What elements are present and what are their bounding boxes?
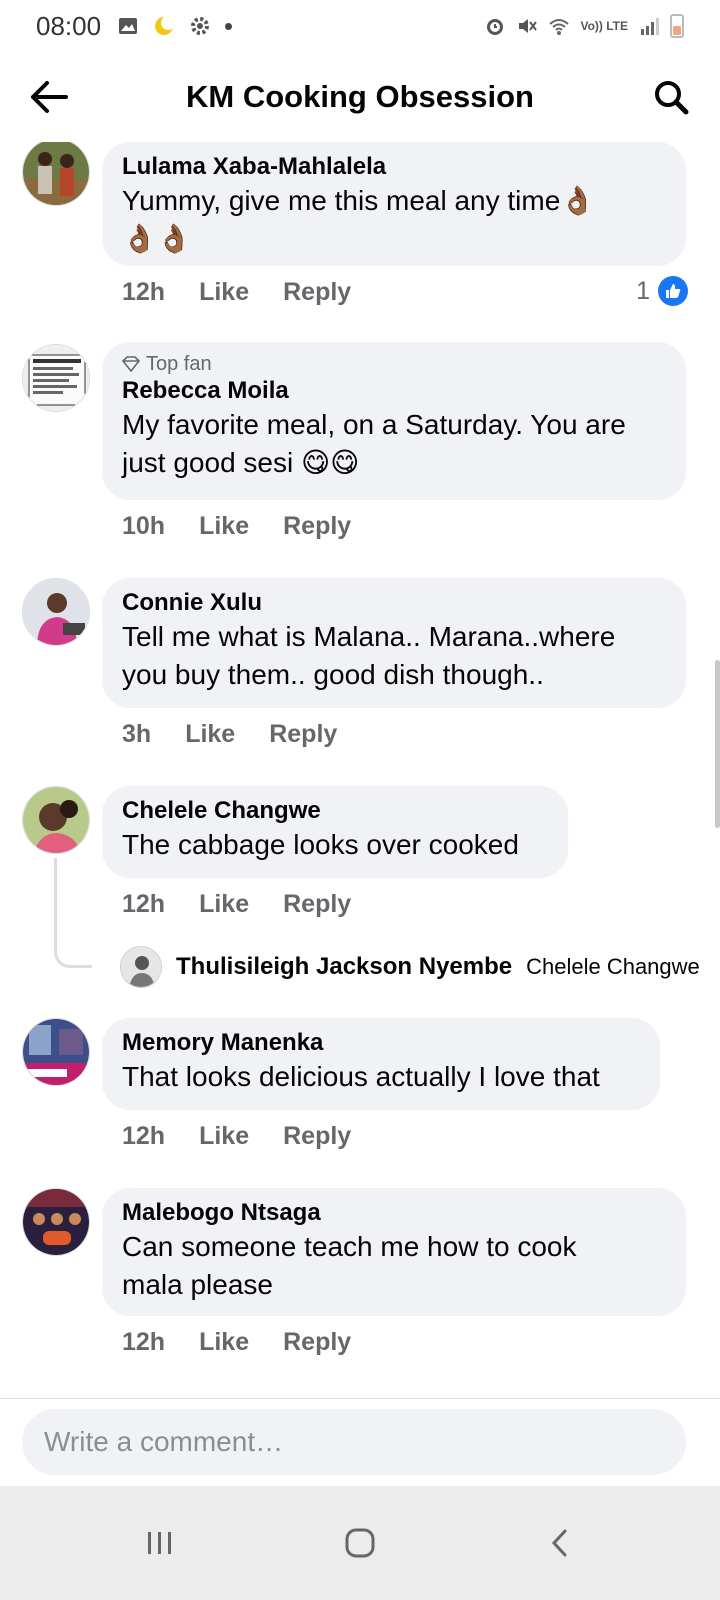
notification-dot-icon: [225, 22, 233, 30]
reply-snippet: Chelele Changwe: [526, 954, 700, 979]
like-count: 1: [636, 276, 650, 305]
moon-icon: [155, 16, 176, 35]
top-fan-badge: Top fan: [122, 352, 666, 376]
avatar[interactable]: [22, 142, 90, 206]
mute-icon: [519, 19, 538, 33]
reply-avatar: [120, 946, 162, 988]
like-button[interactable]: Like: [199, 1328, 249, 1357]
comment-input[interactable]: [44, 1426, 686, 1458]
comment-actions: 12h Like Reply: [122, 890, 351, 919]
gallery-icon: [119, 18, 138, 34]
back-nav-icon: [551, 1529, 567, 1557]
home-button[interactable]: [330, 1513, 390, 1573]
comment-text-cont: just good sesi 😋😋: [122, 447, 360, 478]
comment-actions: 12h Like Reply: [122, 278, 351, 307]
comment-text: Can someone teach me how to cook: [122, 1231, 577, 1262]
comment-author[interactable]: Connie Xulu: [122, 588, 666, 618]
reply-preview[interactable]: Thulisileigh Jackson Nyembe Chelele Chan…: [120, 946, 700, 988]
comment-time: 12h: [122, 1122, 166, 1150]
comment-text: Yummy, give me this meal any time👌🏾: [122, 185, 596, 216]
comment-text-cont: you buy them.. good dish though..: [122, 659, 544, 690]
comment-text: The cabbage looks over cooked: [122, 829, 519, 860]
comment-bubble[interactable]: Memory Manenka That looks delicious actu…: [102, 1018, 660, 1110]
comment-composer[interactable]: [22, 1409, 686, 1475]
top-fan-label: Top fan: [146, 353, 212, 375]
comment-text: My favorite meal, on a Saturday. You are: [122, 409, 626, 440]
status-time: 08:00: [36, 10, 102, 41]
reply-button[interactable]: Reply: [283, 890, 351, 919]
reply-thread-line: [54, 858, 92, 968]
avatar[interactable]: [22, 1018, 90, 1086]
like-button[interactable]: Like: [199, 278, 249, 307]
avatar[interactable]: [22, 1188, 90, 1256]
comment-author[interactable]: Chelele Changwe: [122, 796, 548, 826]
reaction-count[interactable]: 1: [636, 276, 688, 306]
status-bar: 08:00 Vo)) LTE: [0, 0, 720, 52]
comment-bubble[interactable]: Top fan Rebecca Moila My favorite meal, …: [102, 342, 686, 500]
reply-author: Thulisileigh Jackson Nyembe: [176, 953, 513, 980]
comment-time: 3h: [122, 720, 152, 748]
comment-time: 10h: [122, 512, 166, 540]
comment-text: That looks delicious actually I love tha…: [122, 1061, 600, 1092]
comment-author[interactable]: Rebecca Moila: [122, 376, 666, 406]
reply-button[interactable]: Reply: [283, 1328, 351, 1357]
recent-apps-icon: [148, 1532, 171, 1554]
avatar[interactable]: [22, 578, 90, 646]
back-button[interactable]: [28, 76, 70, 118]
comment-author[interactable]: Memory Manenka: [122, 1028, 640, 1058]
wifi-icon: [549, 19, 570, 35]
avatar[interactable]: [22, 786, 90, 854]
comment-list[interactable]: Lulama Xaba-Mahlalela Yummy, give me thi…: [0, 142, 720, 1398]
comment-actions: 12h Like Reply: [122, 1122, 351, 1151]
network-type-label: Vo)) LTE: [580, 18, 628, 33]
like-button[interactable]: Like: [199, 890, 249, 919]
comment-text-cont: mala please: [122, 1269, 273, 1300]
comment-author[interactable]: Malebogo Ntsaga: [122, 1198, 666, 1228]
back-nav-button[interactable]: [530, 1513, 590, 1573]
comment-bubble[interactable]: Connie Xulu Tell me what is Malana.. Mar…: [102, 578, 686, 708]
comment-time: 12h: [122, 1328, 166, 1356]
comment-time: 12h: [122, 890, 166, 918]
comment-actions: 3h Like Reply: [122, 720, 337, 749]
comment-bubble[interactable]: Chelele Changwe The cabbage looks over c…: [102, 786, 568, 878]
comment-actions: 10h Like Reply: [122, 512, 351, 541]
diamond-icon: [122, 356, 140, 372]
comment-author[interactable]: Lulama Xaba-Mahlalela: [122, 152, 666, 182]
reply-button[interactable]: Reply: [283, 1122, 351, 1151]
page-header: KM Cooking Obsession: [0, 52, 720, 142]
comment-bubble[interactable]: Lulama Xaba-Mahlalela Yummy, give me thi…: [102, 142, 686, 266]
settings-icon: [191, 17, 210, 35]
search-button[interactable]: [650, 76, 692, 118]
scrollbar-thumb[interactable]: [715, 660, 720, 828]
comment-composer-bar: [0, 1398, 720, 1486]
battery-icon: [670, 14, 684, 38]
page-title: KM Cooking Obsession: [186, 79, 534, 114]
comment-text: Tell me what is Malana.. Marana..where: [122, 621, 616, 652]
search-icon: [655, 81, 689, 115]
reply-button[interactable]: Reply: [283, 512, 351, 541]
alarm-icon: [487, 19, 504, 35]
like-button[interactable]: Like: [199, 512, 249, 541]
like-button[interactable]: Like: [199, 1122, 249, 1151]
recent-apps-button[interactable]: [130, 1513, 190, 1573]
back-arrow-icon: [31, 81, 68, 113]
signal-icon: [641, 18, 659, 35]
home-icon: [345, 1528, 375, 1558]
system-nav-bar: [0, 1486, 720, 1600]
thumbs-up-icon: [658, 276, 688, 306]
comment-time: 12h: [122, 278, 166, 306]
reply-button[interactable]: Reply: [283, 278, 351, 307]
like-button[interactable]: Like: [185, 720, 235, 749]
reply-button[interactable]: Reply: [269, 720, 337, 749]
comment-text-cont: 👌🏾👌🏾: [122, 223, 192, 254]
comment-actions: 12h Like Reply: [122, 1328, 351, 1357]
avatar[interactable]: [22, 344, 90, 412]
comment-bubble[interactable]: Malebogo Ntsaga Can someone teach me how…: [102, 1188, 686, 1316]
